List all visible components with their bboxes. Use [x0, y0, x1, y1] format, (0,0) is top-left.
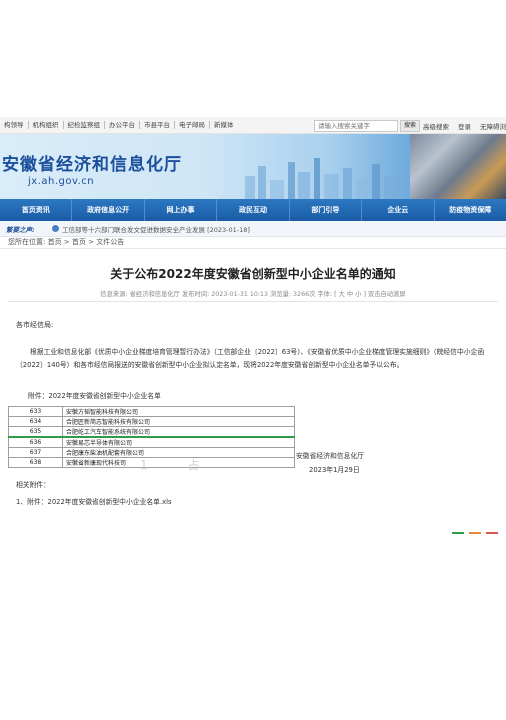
table-row: 636 安徽易芯半导体有限公司 [8, 436, 295, 448]
utility-link[interactable]: 市县平台 [140, 121, 175, 129]
row-number: 637 [8, 447, 63, 458]
divider [8, 301, 498, 302]
attachment-link[interactable]: 1、附件：2022年度安徽省创新型中小企业名单.xls [16, 496, 172, 506]
industrial-machinery-image [410, 134, 506, 199]
nav-item-enterprise-cloud[interactable]: 企业云 [362, 199, 435, 221]
row-number: 638 [8, 457, 63, 468]
share-bar [452, 519, 503, 538]
row-number: 633 [8, 406, 63, 417]
attachment-label: 附件：2022年度安徽省创新型中小企业名单 [28, 392, 161, 400]
utility-bar: 构领导机构组织纪检监察组办公平台市县平台电子邮局新媒体 搜索 高级搜索 登录 无障碍… [0, 117, 506, 134]
nav-item-interaction[interactable]: 政民互动 [217, 199, 290, 221]
utility-link[interactable]: 电子邮局 [175, 121, 210, 129]
nav-item-info-disclosure[interactable]: 政府信息公开 [72, 199, 145, 221]
accessibility-link[interactable]: 无障碍浏 [480, 123, 506, 131]
article-meta: 信息来源: 省经济和信息化厅 发布时间: 2023-01-31 10:13 浏览… [100, 291, 406, 298]
row-number: 636 [8, 436, 63, 448]
table-row: 633 安徽方韬智能科技有限公司 [8, 406, 295, 417]
utility-link[interactable]: 办公平台 [105, 121, 140, 129]
share-icon[interactable] [469, 532, 481, 534]
government-article-page: 构领导机构组织纪检监察组办公平台市县平台电子邮局新媒体 搜索 高级搜索 登录 无障碍… [0, 117, 506, 534]
utility-link[interactable]: 构领导 [0, 121, 29, 129]
nav-item-epidemic-supplies[interactable]: 防疫物资保障 [435, 199, 506, 221]
company-name: 安徽易芯半导体有限公司 [62, 436, 295, 448]
advanced-search-link[interactable]: 高级搜索 [423, 123, 449, 131]
salutation: 各市经信局: [16, 321, 54, 329]
related-attachments-label: 相关附件： [16, 481, 50, 489]
table-row: 635 合肥屹工汽车智能系统有限公司 [8, 426, 295, 438]
login-link[interactable]: 登录 [458, 123, 471, 131]
signature-org: 安徽省经济和信息化厅 [296, 452, 364, 460]
site-banner: 安徽省经济和信息化厅 jx.ah.gov.cn [0, 134, 506, 199]
nav-item-news[interactable]: 首页资讯 [0, 199, 73, 221]
utility-links: 构领导 机构组织 纪检监察组 办公平台 市县平台 电子邮局 新媒体 [0, 121, 238, 129]
search-input[interactable] [314, 120, 398, 132]
row-number: 635 [8, 426, 63, 438]
city-skyline-image [245, 158, 404, 199]
share-icon[interactable] [452, 532, 464, 534]
company-name: 合肥屹工汽车智能系统有限公司 [62, 426, 295, 438]
article-paragraph: 根据工业和信息化部《优质中小企业梯度培育管理暂行办法》（工信部企业〔2022〕6… [16, 348, 485, 369]
signature-date: 2023年1月29日 [309, 466, 360, 474]
utility-link[interactable]: 机构组织 [29, 121, 64, 129]
share-icon[interactable] [486, 532, 498, 534]
nav-item-online-services[interactable]: 网上办事 [145, 199, 218, 221]
site-title[interactable]: 安徽省经济和信息化厅 [2, 150, 182, 175]
utility-link[interactable]: 纪检监察组 [64, 121, 105, 129]
breadcrumb[interactable]: 您所在位置: 首页 > 首页 > 文件公告 [8, 237, 124, 247]
article-title: 关于公布2022年度安徽省创新型中小企业名单的通知 [110, 267, 396, 281]
utility-link[interactable]: 新媒体 [210, 121, 238, 129]
company-name: 安徽方韬智能科技有限公司 [62, 406, 295, 417]
search-button[interactable]: 搜索 [400, 120, 420, 132]
site-domain: jx.ah.gov.cn [28, 176, 95, 187]
utility-right-links: 高级搜索 登录 无障碍浏 [423, 121, 506, 131]
row-number: 634 [8, 416, 63, 427]
main-nav: 首页资讯 政府信息公开 网上办事 政民互动 部门引导 企业云 防疫物资保障 [0, 199, 506, 221]
table-row: 634 合肥匠新简志智能科技有限公司 [8, 416, 295, 427]
nav-item-department-guide[interactable]: 部门引导 [290, 199, 363, 221]
faded-stamp-text: 1 占 [140, 458, 218, 472]
company-name: 合肥匠新简志智能科技有限公司 [62, 416, 295, 427]
